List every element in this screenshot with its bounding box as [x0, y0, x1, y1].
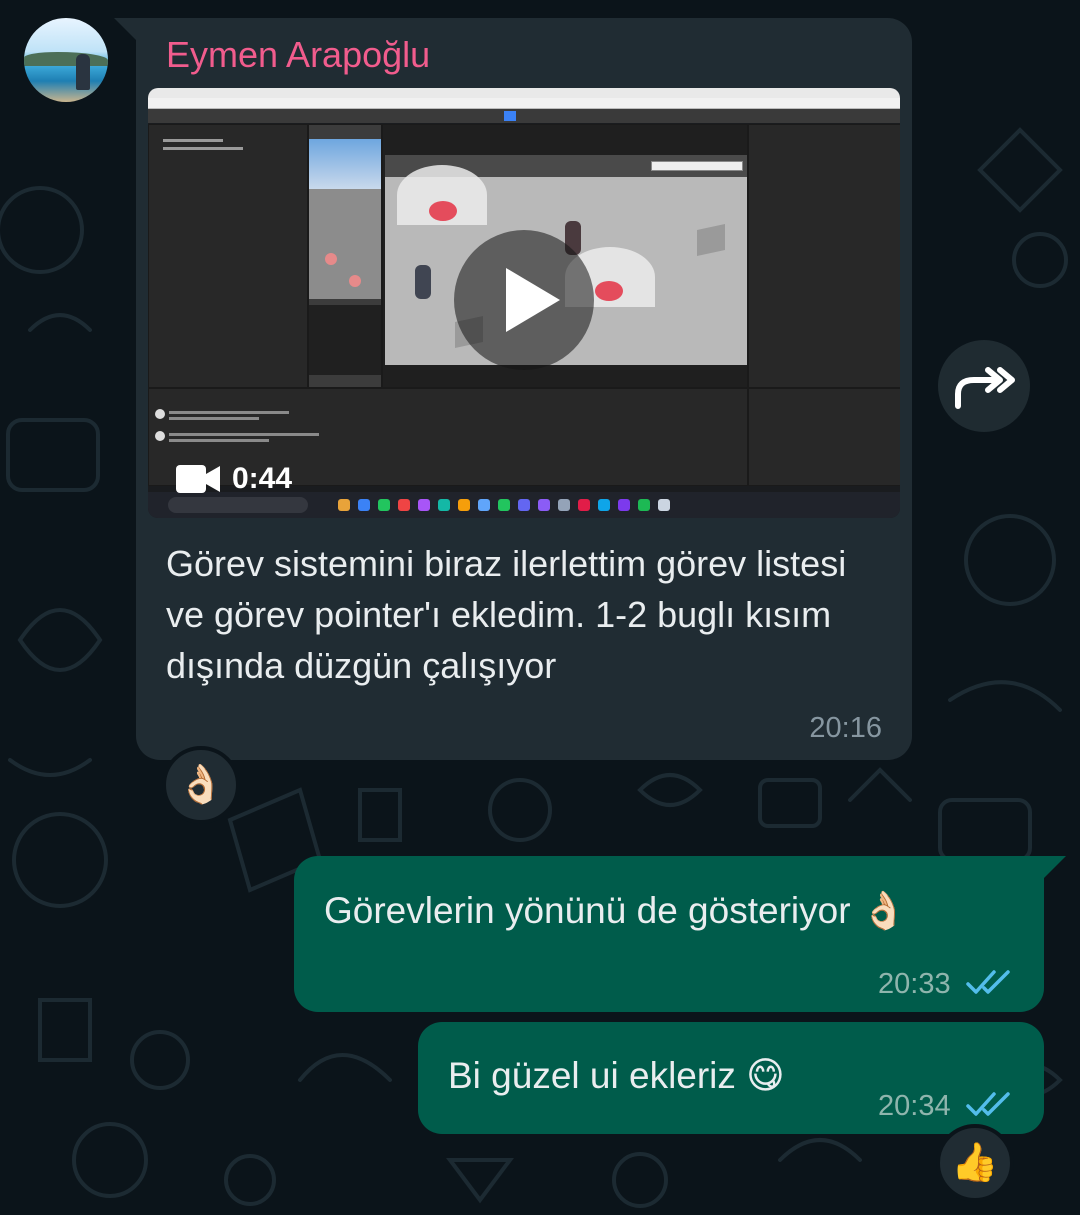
- video-animation-panel: [748, 388, 900, 486]
- video-editor-play-button: [504, 111, 516, 121]
- outgoing-reaction[interactable]: 👍: [936, 1124, 1014, 1202]
- video-duration-text: 0:44: [232, 462, 293, 495]
- sender-avatar[interactable]: [24, 18, 108, 102]
- video-menubar: [148, 98, 900, 109]
- video-taskbar-icon: [418, 499, 430, 511]
- video-taskbar-icon: [438, 499, 450, 511]
- video-taskbar-search: [168, 497, 308, 513]
- video-dome: [397, 165, 487, 225]
- read-receipt-icon: [966, 1092, 1010, 1116]
- video-taskbar-icon: [598, 499, 610, 511]
- video-cube: [697, 224, 725, 256]
- video-inspector-panel: [748, 124, 900, 388]
- video-taskbar-icon: [618, 499, 630, 511]
- video-scene-ball: [349, 275, 361, 287]
- avatar-person: [76, 54, 90, 90]
- forward-icon: [955, 367, 1015, 409]
- video-taskbar-icon: [538, 499, 550, 511]
- video-taskbar-icon: [358, 499, 370, 511]
- video-hierarchy-panel: [148, 124, 308, 388]
- incoming-reaction[interactable]: 👌🏻: [162, 746, 240, 824]
- video-window-titlebar: [148, 88, 900, 98]
- video-taskbar-icon: [498, 499, 510, 511]
- video-console-line: [169, 411, 289, 414]
- outgoing-message-bubble[interactable]: Görevlerin yönünü de gösteriyor 👌🏻 20:33: [294, 856, 1066, 1012]
- video-taskbar-icon: [558, 499, 570, 511]
- video-hierarchy-line: [163, 139, 223, 142]
- video-scene-sky: [309, 139, 381, 189]
- incoming-message-bubble[interactable]: Eymen Arapoğlu 0:44 Görev sistemini bira…: [114, 18, 912, 760]
- video-scene-ground: [309, 189, 381, 299]
- outgoing-message-time: 20:33: [878, 968, 951, 1000]
- video-thumbnail[interactable]: 0:44: [148, 88, 900, 518]
- video-scene-menu: [309, 305, 381, 375]
- read-receipt-icon: [966, 970, 1010, 994]
- outgoing-message-bubble[interactable]: Bi güzel ui ekleriz 😋 20:34: [418, 1022, 1044, 1134]
- video-taskbar-icon: [658, 499, 670, 511]
- video-taskbar-icon: [638, 499, 650, 511]
- video-scene-ball: [325, 253, 337, 265]
- bubble-tail: [1044, 856, 1066, 878]
- outgoing-message-text: Bi güzel ui ekleriz 😋: [448, 1055, 785, 1096]
- video-taskbar-icon: [458, 499, 470, 511]
- bubble-tail: [114, 18, 136, 40]
- video-taskbar-icon: [478, 499, 490, 511]
- video-taskbar-icon: [398, 499, 410, 511]
- video-console-line: [169, 439, 269, 442]
- video-mission-label: [651, 161, 743, 171]
- video-player-figure: [415, 265, 431, 299]
- incoming-message-time: 20:16: [809, 712, 882, 744]
- video-dome-glow: [429, 201, 457, 221]
- video-console-warning: [155, 431, 165, 441]
- video-dome-glow: [595, 281, 623, 301]
- forward-button[interactable]: [938, 340, 1030, 432]
- play-icon[interactable]: [454, 230, 594, 370]
- incoming-message-text: Görev sistemini biraz ilerlettim görev l…: [166, 543, 847, 686]
- video-hierarchy-line: [163, 147, 243, 150]
- video-console-warning: [155, 409, 165, 419]
- outgoing-message-text: Görevlerin yönünü de gösteriyor 👌🏻: [324, 890, 907, 931]
- video-taskbar-icon: [338, 499, 350, 511]
- video-console-line: [169, 417, 259, 420]
- video-console-line: [169, 433, 319, 436]
- outgoing-message-time: 20:34: [878, 1090, 951, 1122]
- video-scene-panel: [308, 124, 382, 388]
- avatar-island: [24, 52, 108, 66]
- video-taskbar-icon: [378, 499, 390, 511]
- video-taskbar-icon: [578, 499, 590, 511]
- video-camera-icon: [176, 465, 220, 493]
- video-toolbar: [148, 109, 900, 123]
- video-taskbar-icon: [518, 499, 530, 511]
- sender-name[interactable]: Eymen Arapoğlu: [166, 34, 430, 76]
